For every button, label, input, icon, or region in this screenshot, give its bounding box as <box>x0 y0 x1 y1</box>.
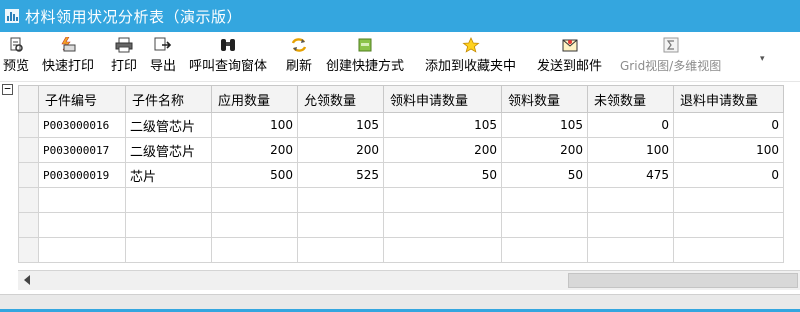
send-to-mail-button[interactable]: 发送到邮件 <box>537 36 602 80</box>
horizontal-scrollbar[interactable] <box>18 270 800 290</box>
sigma-icon <box>662 36 680 53</box>
cell-issued-qty[interactable]: 105 <box>501 112 588 138</box>
refresh-label: 刷新 <box>286 59 313 74</box>
grid-multidim-view-label: Grid视图/多维视图 <box>620 59 722 73</box>
cell-return-request-qty[interactable]: 0 <box>673 112 784 138</box>
column-header[interactable]: 领料申请数量 <box>383 85 502 113</box>
row-selector[interactable] <box>18 187 39 213</box>
cell-allowed-qty[interactable]: 200 <box>297 137 384 163</box>
row-selector[interactable] <box>18 162 39 188</box>
app-chart-icon <box>5 9 19 23</box>
cell-issued-qty[interactable]: 200 <box>501 137 588 163</box>
refresh-icon <box>290 36 308 53</box>
cell-allowed-qty[interactable]: 525 <box>297 162 384 188</box>
cell-part-name[interactable]: 二级管芯片 <box>125 137 212 163</box>
collapse-toggle-icon[interactable]: − <box>2 83 13 95</box>
send-to-mail-label: 发送到邮件 <box>537 59 603 74</box>
quick-print-icon <box>59 36 77 53</box>
table-row[interactable]: P003000017 二级管芯片 200 200 200 200 100 100 <box>18 137 784 163</box>
cell-return-request-qty[interactable]: 100 <box>673 137 784 163</box>
preview-icon <box>7 36 25 53</box>
grid-multidim-view-button[interactable]: Grid视图/多维视图 <box>620 36 721 80</box>
empty-row[interactable] <box>18 187 784 213</box>
export-button[interactable]: 导出 <box>150 36 176 80</box>
table-row[interactable]: P003000016 二级管芯片 100 105 105 105 0 0 <box>18 112 784 138</box>
column-header[interactable]: 未领数量 <box>587 85 674 113</box>
window-title: 材料领用状况分析表（演示版） <box>25 7 243 26</box>
column-header[interactable]: 退料申请数量 <box>673 85 784 113</box>
data-grid: − 子件编号 子件名称 应用数量 允领数量 领料申请数量 领料数量 未领数量 退… <box>0 82 800 294</box>
table-row[interactable]: P003000019 芯片 500 525 50 50 475 0 <box>18 162 784 188</box>
preview-button[interactable]: 预览 <box>3 36 29 80</box>
mail-icon <box>561 36 579 53</box>
quick-print-label: 快速打印 <box>42 59 95 74</box>
cell-part-name[interactable]: 芯片 <box>125 162 212 188</box>
print-label: 打印 <box>111 59 138 74</box>
shortcut-icon <box>356 36 374 53</box>
toolbar: 预览 快速打印 打印 导出 呼叫查询窗体 刷新 创建快捷方式 添加到收藏夹中 发… <box>0 32 800 82</box>
status-bar <box>0 294 800 312</box>
add-to-favorites-label: 添加到收藏夹中 <box>425 59 517 74</box>
cell-unissued-qty[interactable]: 100 <box>587 137 674 163</box>
call-query-form-label: 呼叫查询窗体 <box>189 59 268 74</box>
printer-icon <box>115 36 133 53</box>
cell-applied-qty[interactable]: 200 <box>211 137 298 163</box>
column-header[interactable]: 子件名称 <box>125 85 212 113</box>
preview-label: 预览 <box>3 59 30 74</box>
cell-part-code[interactable]: P003000017 <box>38 137 126 163</box>
quick-print-button[interactable]: 快速打印 <box>42 36 94 80</box>
row-selector[interactable] <box>18 237 39 263</box>
title-bar: 材料领用状况分析表（演示版） <box>0 0 800 32</box>
scroll-left-arrow-icon[interactable] <box>24 275 30 285</box>
row-selector-header <box>18 85 39 113</box>
create-shortcut-button[interactable]: 创建快捷方式 <box>326 36 404 80</box>
cell-part-name[interactable]: 二级管芯片 <box>125 112 212 138</box>
cell-requested-qty[interactable]: 50 <box>383 162 502 188</box>
star-icon <box>461 36 480 53</box>
column-header[interactable]: 子件编号 <box>38 85 126 113</box>
column-header[interactable]: 允领数量 <box>297 85 384 113</box>
cell-unissued-qty[interactable]: 0 <box>587 112 674 138</box>
cell-requested-qty[interactable]: 105 <box>383 112 502 138</box>
scrollbar-thumb[interactable] <box>568 273 798 288</box>
refresh-button[interactable]: 刷新 <box>286 36 312 80</box>
cell-requested-qty[interactable]: 200 <box>383 137 502 163</box>
cell-return-request-qty[interactable]: 0 <box>673 162 784 188</box>
header-row: 子件编号 子件名称 应用数量 允领数量 领料申请数量 领料数量 未领数量 退料申… <box>18 85 784 113</box>
cell-applied-qty[interactable]: 500 <box>211 162 298 188</box>
binoculars-icon <box>219 36 237 53</box>
column-header[interactable]: 领料数量 <box>501 85 588 113</box>
empty-row[interactable] <box>18 237 784 263</box>
export-icon <box>154 36 172 53</box>
cell-unissued-qty[interactable]: 475 <box>587 162 674 188</box>
export-label: 导出 <box>150 59 177 74</box>
row-selector[interactable] <box>18 112 39 138</box>
toolbar-overflow-chevron-icon[interactable]: ▾ <box>760 54 765 64</box>
print-button[interactable]: 打印 <box>111 36 137 80</box>
add-to-favorites-button[interactable]: 添加到收藏夹中 <box>425 36 516 80</box>
row-selector[interactable] <box>18 137 39 163</box>
cell-applied-qty[interactable]: 100 <box>211 112 298 138</box>
cell-issued-qty[interactable]: 50 <box>501 162 588 188</box>
column-header[interactable]: 应用数量 <box>211 85 298 113</box>
empty-row[interactable] <box>18 212 784 238</box>
cell-part-code[interactable]: P003000016 <box>38 112 126 138</box>
cell-part-code[interactable]: P003000019 <box>38 162 126 188</box>
report-table: 子件编号 子件名称 应用数量 允领数量 领料申请数量 领料数量 未领数量 退料申… <box>18 85 784 263</box>
call-query-form-button[interactable]: 呼叫查询窗体 <box>189 36 267 80</box>
cell-allowed-qty[interactable]: 105 <box>297 112 384 138</box>
row-selector[interactable] <box>18 212 39 238</box>
create-shortcut-label: 创建快捷方式 <box>326 59 405 74</box>
